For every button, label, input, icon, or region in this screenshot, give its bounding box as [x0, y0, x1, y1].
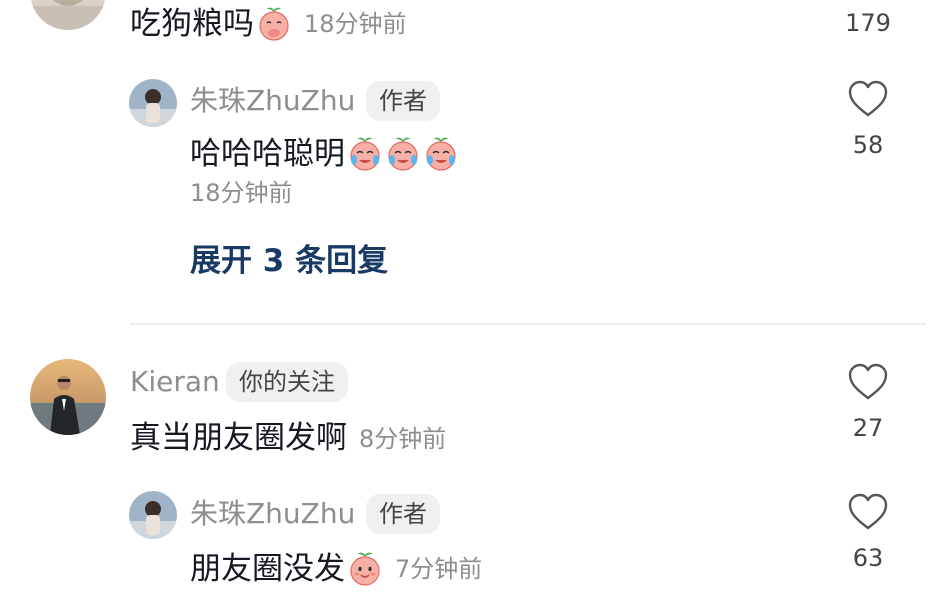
peach-crying-laughing-emoji — [385, 136, 421, 172]
comment-text: 朋友圈没发 7分钟前 — [190, 551, 482, 587]
expand-replies-button[interactable]: 展开 3 条回复 — [190, 246, 388, 277]
username[interactable]: 朱珠ZhuZhu — [190, 87, 355, 115]
avatar[interactable] — [30, 0, 106, 30]
comment-time: 18分钟前 — [304, 10, 407, 38]
peach-hand-over-mouth-emoji — [256, 6, 292, 42]
username[interactable]: Kieran — [130, 368, 220, 396]
following-badge: 你的关注 — [226, 362, 348, 402]
avatar[interactable] — [30, 359, 106, 435]
comment-body: 哈哈哈聪明 — [190, 135, 345, 172]
comment-text: 吃狗粮吗 18分钟前 — [130, 6, 407, 42]
heart-outline-icon — [848, 363, 888, 400]
heart-outline-icon — [848, 80, 888, 117]
like-button[interactable] — [828, 363, 908, 401]
comment-time: 18分钟前 — [190, 179, 293, 207]
like-count: 179 — [845, 9, 891, 37]
comment-text: 真当朋友圈发啊 8分钟前 — [130, 423, 446, 454]
peach-crying-laughing-emoji — [347, 136, 383, 172]
comment-section: 吃狗粮吗 18分钟前 179 朱珠ZhuZhu 作者 哈哈哈聪明 18分钟前 5… — [0, 0, 939, 608]
like-count: 27 — [852, 414, 884, 442]
peach-crying-laughing-emoji — [423, 136, 459, 172]
comment-text: 哈哈哈聪明 — [190, 136, 459, 172]
like-count: 58 — [852, 131, 884, 159]
comment-time: 7分钟前 — [395, 555, 483, 583]
author-badge: 作者 — [366, 81, 440, 121]
like-button[interactable] — [828, 80, 908, 118]
author-badge: 作者 — [366, 494, 440, 534]
avatar[interactable] — [129, 79, 177, 127]
username[interactable]: 朱珠ZhuZhu — [190, 500, 355, 528]
comment-time: 8分钟前 — [359, 424, 447, 453]
peach-smile-emoji — [347, 551, 383, 587]
comment-body: 真当朋友圈发啊 — [130, 420, 347, 456]
like-button[interactable] — [828, 493, 908, 531]
comment-body: 吃狗粮吗 — [130, 5, 254, 42]
divider — [130, 323, 926, 325]
like-count: 63 — [852, 544, 884, 572]
avatar[interactable] — [129, 491, 177, 539]
comment-body: 朋友圈没发 — [190, 550, 345, 587]
heart-outline-icon — [848, 493, 888, 530]
